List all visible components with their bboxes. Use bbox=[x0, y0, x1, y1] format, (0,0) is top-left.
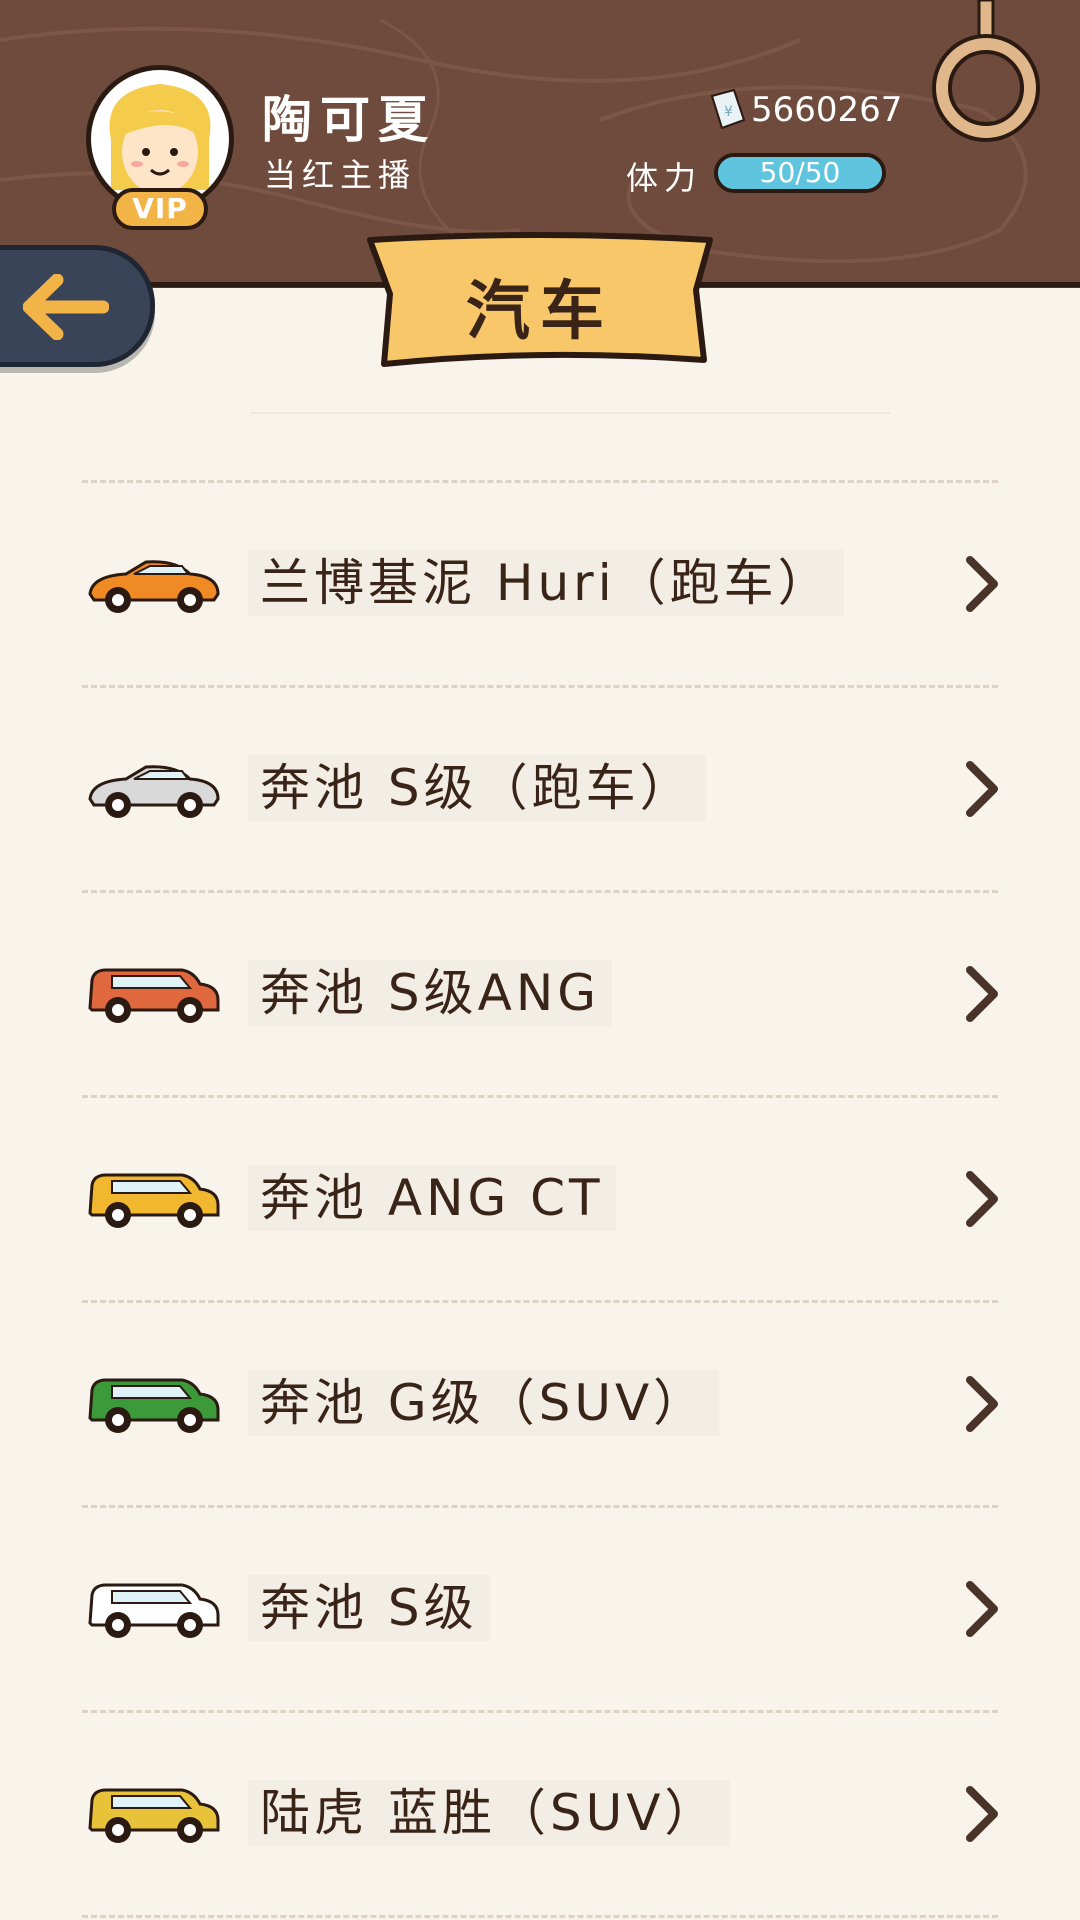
chevron-right-icon[interactable] bbox=[962, 1784, 1002, 1844]
chevron-right-icon[interactable] bbox=[962, 1169, 1002, 1229]
player-title: 当红主播 bbox=[264, 156, 417, 194]
car-name: 奔池 G级（SUV） bbox=[248, 1370, 720, 1436]
car-name: 奔池 S级（跑车） bbox=[248, 755, 706, 821]
stamina-bar: 50/50 bbox=[714, 153, 886, 193]
back-arrow-icon bbox=[23, 274, 109, 340]
money-value: 5660267 bbox=[751, 90, 903, 130]
car-list-item[interactable]: 奔池 ANG CT bbox=[0, 1095, 1080, 1297]
car-name: 奔池 S级ANG bbox=[248, 960, 612, 1026]
orange-sports-car-icon bbox=[88, 560, 220, 613]
page-title: 汽车 bbox=[466, 275, 614, 349]
car-name: 奔池 ANG CT bbox=[248, 1165, 616, 1231]
partial-list-item bbox=[250, 390, 890, 414]
yellow-suv-icon bbox=[88, 1173, 220, 1228]
player-name: 陶可夏 bbox=[262, 91, 436, 149]
car-name: 兰博基泥 Huri（跑车） bbox=[248, 550, 844, 616]
car-name: 陆虎 蓝胜（SUV） bbox=[248, 1780, 731, 1846]
list-divider bbox=[82, 1915, 998, 1918]
svg-text:¥: ¥ bbox=[724, 104, 733, 120]
chevron-right-icon[interactable] bbox=[962, 1374, 1002, 1434]
ring-pull-icon[interactable] bbox=[928, 0, 1048, 145]
car-list-item[interactable]: 兰博基泥 Huri（跑车） bbox=[0, 480, 1080, 682]
green-suv-icon bbox=[88, 1378, 220, 1433]
back-button[interactable] bbox=[0, 245, 155, 367]
title-banner: 汽车 bbox=[366, 232, 714, 374]
money-icon: ¥ bbox=[710, 88, 746, 130]
chevron-right-icon[interactable] bbox=[962, 759, 1002, 819]
car-list-item[interactable]: 奔池 G级（SUV） bbox=[0, 1300, 1080, 1502]
chevron-right-icon[interactable] bbox=[962, 554, 1002, 614]
yellow-jeep-icon bbox=[88, 1788, 220, 1843]
stamina-label: 体力 bbox=[626, 159, 703, 197]
red-suv-icon bbox=[88, 968, 220, 1023]
car-list-item[interactable]: 陆虎 蓝胜（SUV） bbox=[0, 1710, 1080, 1912]
vip-badge: VIP bbox=[112, 188, 208, 230]
white-suv-icon bbox=[88, 1583, 220, 1638]
car-name: 奔池 S级 bbox=[248, 1575, 490, 1641]
chevron-right-icon[interactable] bbox=[962, 1579, 1002, 1639]
car-list-item[interactable]: 奔池 S级ANG bbox=[0, 890, 1080, 1092]
silver-convertible-icon bbox=[88, 765, 220, 818]
stamina-value: 50/50 bbox=[759, 156, 841, 189]
car-list-item[interactable]: 奔池 S级 bbox=[0, 1505, 1080, 1707]
chevron-right-icon[interactable] bbox=[962, 964, 1002, 1024]
car-list-item[interactable]: 奔池 S级（跑车） bbox=[0, 685, 1080, 887]
